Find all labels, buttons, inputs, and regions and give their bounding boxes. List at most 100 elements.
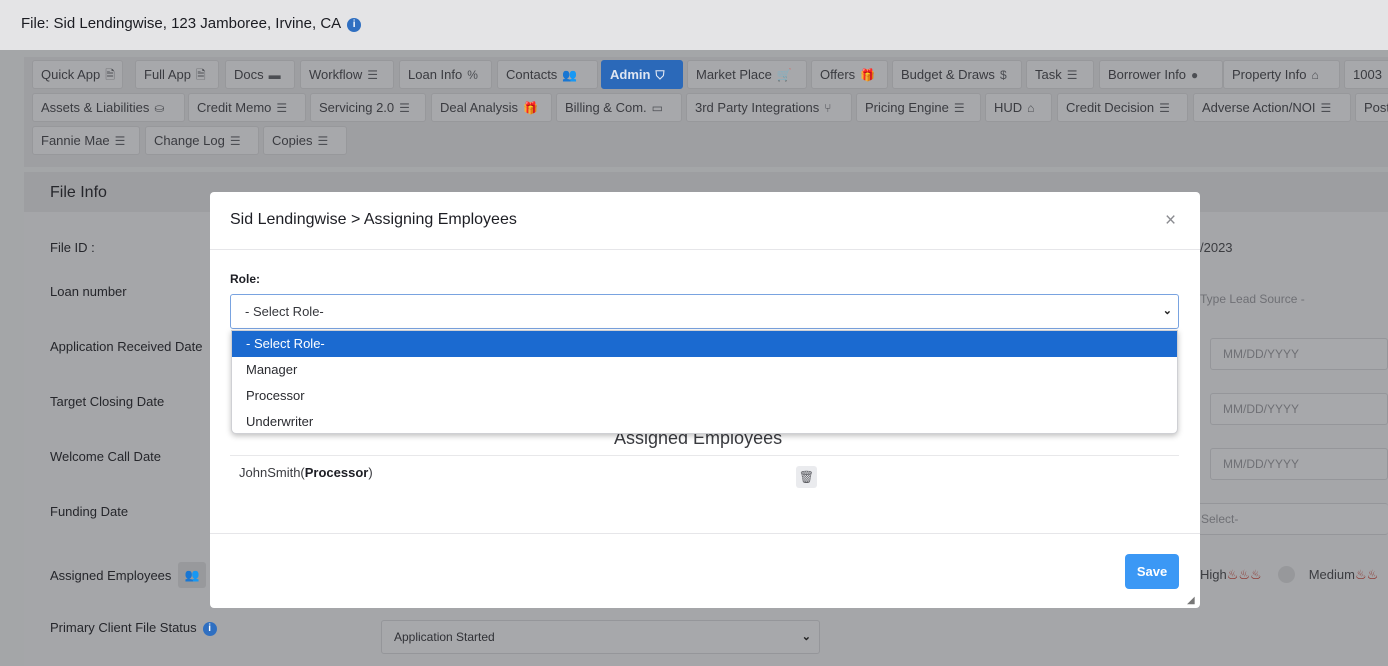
tab-label: Credit Decision: [1066, 100, 1155, 115]
tab-full-app[interactable]: Full App 🗎: [135, 60, 219, 89]
tab-label: Admin: [610, 67, 651, 82]
tab-adverse-action-noi[interactable]: Adverse Action/NOI ☰: [1193, 93, 1351, 122]
tab-label: Docs: [234, 67, 264, 82]
percent-icon: %: [467, 68, 478, 82]
role-option[interactable]: - Select Role-: [232, 331, 1177, 357]
chevron-down-icon: ⌄: [801, 631, 811, 643]
priority-medium-radio[interactable]: [1277, 566, 1295, 583]
employee-role: Processor: [304, 465, 369, 480]
tab-market-place[interactable]: Market Place 🛒: [687, 60, 807, 89]
tab-admin[interactable]: Admin ⛉: [601, 60, 683, 89]
tab-copies[interactable]: Copies ☰: [263, 126, 347, 155]
tab-contacts[interactable]: Contacts 👥: [497, 60, 598, 89]
tab-workflow[interactable]: Workflow ☰: [300, 60, 394, 89]
role-option[interactable]: Underwriter: [232, 409, 1177, 435]
tab-servicing-2-0[interactable]: Servicing 2.0 ☰: [310, 93, 426, 122]
tab-label: Full App: [144, 67, 191, 82]
loan-number-label: Loan number: [50, 284, 127, 299]
home-icon: ⌂: [1027, 101, 1035, 115]
priority-high-label: High: [1200, 567, 1227, 582]
save-button[interactable]: Save: [1125, 554, 1179, 589]
tab-deal-analysis[interactable]: Deal Analysis 🎁: [431, 93, 552, 122]
page-header: File: Sid Lendingwise, 123 Jamboree, Irv…: [0, 0, 1388, 50]
lead-source-input[interactable]: Type Lead Source -: [1188, 284, 1388, 316]
primary-client-file-status-label: Primary Client File Status i: [50, 620, 217, 636]
tab-label: Credit Memo: [197, 100, 272, 115]
user-circle-icon: ●: [1191, 68, 1199, 82]
tab-offers[interactable]: Offers 🎁: [811, 60, 888, 89]
file-title: File: Sid Lendingwise, 123 Jamboree, Irv…: [21, 15, 362, 32]
role-option[interactable]: Processor: [232, 383, 1177, 409]
hand-coin-icon: ⛀: [154, 101, 165, 115]
welcome-call-date-label: Welcome Call Date: [50, 449, 162, 464]
funding-date-label: Funding Date: [50, 504, 129, 519]
tab-billing-com[interactable]: Billing & Com. ▭: [556, 93, 682, 122]
role-select-value: - Select Role-: [245, 304, 324, 319]
list-icon: ☰: [1159, 101, 1170, 115]
tab-label: Loan Info: [408, 67, 463, 82]
tab-label: 3rd Party Integrations: [695, 100, 820, 115]
tab-fannie-mae[interactable]: Fannie Mae ☰: [32, 126, 140, 155]
tab-label: Offers: [820, 67, 856, 82]
tab-borrower-info[interactable]: Borrower Info ●: [1099, 60, 1223, 89]
file-icon: 🗎: [105, 68, 115, 82]
tab-label: Quick App: [41, 67, 101, 82]
list-icon: ☰: [276, 101, 288, 115]
tab-pricing-engine[interactable]: Pricing Engine ☰: [856, 93, 981, 122]
tab-budget-draws[interactable]: Budget & Draws $: [892, 60, 1022, 89]
tab-loan-info[interactable]: Loan Info%: [399, 60, 492, 89]
tab-1003[interactable]: 1003: [1344, 60, 1388, 89]
tab-post[interactable]: Post: [1355, 93, 1388, 122]
resize-grip-icon[interactable]: ◢: [1187, 595, 1195, 606]
tab-label: Post: [1364, 100, 1388, 115]
welcome-call-date-input[interactable]: MM/DD/YYYY: [1210, 448, 1388, 480]
tab-label: Contacts: [506, 67, 558, 82]
dollar-icon: $: [999, 68, 1007, 82]
tab-label: Task: [1035, 67, 1062, 82]
info-icon[interactable]: i: [347, 18, 362, 32]
tab-task[interactable]: Task ☰: [1026, 60, 1094, 89]
info-icon[interactable]: i: [202, 622, 217, 636]
tab-label: Assets & Liabilities: [41, 100, 150, 115]
primary-status-label-text: Primary Client File Status: [50, 620, 197, 635]
file-icon: 🗎: [195, 68, 206, 82]
application-received-date-label: Application Received Date: [50, 339, 203, 354]
application-received-date-input[interactable]: MM/DD/YYYY: [1210, 338, 1388, 370]
priority-options[interactable]: High♨♨♨ Medium♨♨: [1200, 566, 1378, 583]
target-closing-date-input[interactable]: MM/DD/YYYY: [1210, 393, 1388, 425]
list-icon: ☰: [114, 134, 126, 148]
tab-label: Budget & Draws: [901, 67, 995, 82]
tab-docs[interactable]: Docs ▬: [225, 60, 295, 89]
tab-label: Property Info: [1232, 67, 1307, 82]
tab-credit-decision[interactable]: Credit Decision ☰: [1057, 93, 1188, 122]
tab-3rd-party-integrations[interactable]: 3rd Party Integrations ⑂: [686, 93, 852, 122]
assign-employees-icon[interactable]: 👥: [178, 562, 206, 588]
tab-credit-memo[interactable]: Credit Memo ☰: [188, 93, 306, 122]
tab-property-info[interactable]: Property Info ⌂: [1223, 60, 1340, 89]
list-icon: ☰: [1320, 101, 1332, 115]
trash-icon[interactable]: 🗑: [796, 466, 817, 488]
tab-hud[interactable]: HUD ⌂: [985, 93, 1052, 122]
tab-label: Change Log: [154, 133, 225, 148]
gift-icon: 🎁: [860, 68, 876, 82]
divider: [210, 533, 1200, 534]
gift-icon: 🎁: [523, 101, 538, 115]
flame-icon: ♨♨♨: [1226, 567, 1262, 582]
tab-quick-app[interactable]: Quick App 🗎: [32, 60, 123, 89]
assigned-employee-entry: JohnSmith(Processor): [239, 465, 373, 480]
primary-status-select[interactable]: Application Started ⌄: [381, 620, 820, 654]
flame-icon: ♨♨: [1354, 567, 1379, 582]
employee-name: JohnSmith: [239, 465, 301, 480]
close-icon[interactable]: ×: [1165, 210, 1176, 232]
tab-label: Deal Analysis: [440, 100, 519, 115]
tab-change-log[interactable]: Change Log ☰: [145, 126, 259, 155]
assigned-employees-label: Assigned Employees: [50, 568, 172, 583]
funding-select[interactable]: Select-: [1188, 503, 1388, 535]
role-select[interactable]: - Select Role- ⌄: [230, 294, 1179, 329]
list-icon: ☰: [317, 134, 329, 148]
role-option[interactable]: Manager: [232, 357, 1177, 383]
tab-label: HUD: [994, 100, 1023, 115]
tab-assets-liabilities[interactable]: Assets & Liabilities ⛀: [32, 93, 185, 122]
tab-label: Adverse Action/NOI: [1202, 100, 1316, 115]
date-value-fragment: /2023: [1200, 240, 1233, 255]
